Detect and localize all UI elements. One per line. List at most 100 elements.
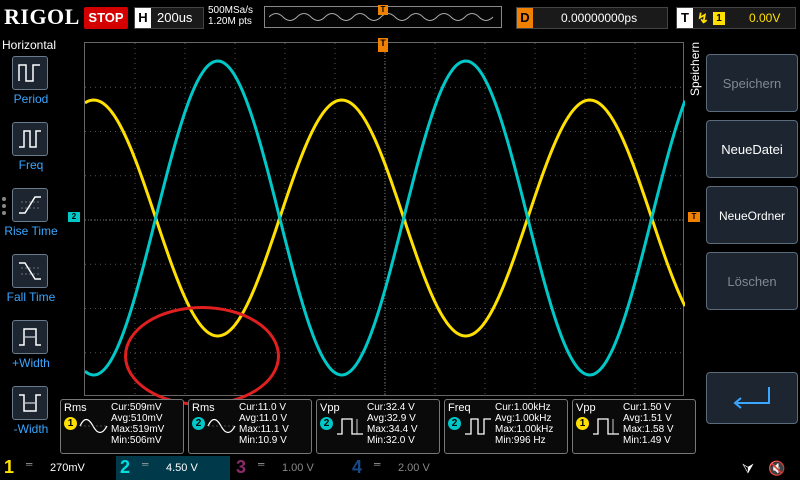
measure-period[interactable]: Period [0,56,62,118]
run-stop-button[interactable]: STOP [84,7,128,29]
new-file-button[interactable]: NeueDatei [706,120,798,178]
stat-average: Avg:11.0 V [239,413,287,424]
period-icon [12,56,48,90]
measure-fall-time[interactable]: Fall Time [0,254,62,316]
measurement-channel-badge: 2 [192,417,205,430]
top-status-bar: RIGOL STOP H 200us 500MSa/s 1.20M pts T … [0,0,800,36]
stat-maximum: Max:11.1 V [239,424,289,435]
measure-label: +Width [12,356,50,370]
measurement-rms-ch1[interactable]: Rms 1 Cur:509mV Avg:510mV Max:519mV Min:… [60,399,184,454]
measurement-vpp-ch2[interactable]: Vpp 2 Cur:32.4 V Avg:32.9 V Max:34.4 V M… [316,399,440,454]
measure-frequency[interactable]: Freq [0,122,62,184]
frequency-icon [465,418,491,435]
channel-number: 1 [4,457,15,477]
negative-width-icon [12,386,48,420]
rms-icon [79,418,108,434]
trigger-label: T [677,8,693,28]
measurement-stats: Cur:32.4 V Avg:32.9 V Max:34.4 V Min:32.… [367,402,418,446]
measurement-channel-badge: 1 [576,417,589,430]
measurement-stats: Cur:1.00kHz Avg:1.00kHz Max:1.00kHz Min:… [495,402,553,446]
measurement-name: Rms [192,402,215,414]
stat-maximum: Max:519mV [111,424,165,435]
delete-button[interactable]: Löschen [706,252,798,310]
measure-negative-width[interactable]: -Width [0,386,62,448]
measure-positive-width[interactable]: +Width [0,320,62,382]
measurement-channel-badge: 1 [64,417,77,430]
channel-number: 2 [120,457,131,477]
stat-current: Cur:1.50 V [623,402,671,413]
measurement-rms-ch2[interactable]: Rms 2 Cur:11.0 V Avg:11.0 V Max:11.1 V M… [188,399,312,454]
vpp-icon [337,418,363,435]
horizontal-timebase[interactable]: H 200us [134,7,204,29]
rms-icon [207,418,236,434]
right-menu-title-text: Speichern [688,41,702,96]
positive-width-icon [12,320,48,354]
measurement-stats: Cur:11.0 V Avg:11.0 V Max:11.1 V Min:10.… [239,402,289,446]
channel-number: 3 [236,457,247,477]
stat-maximum: Max:1.00kHz [495,424,554,435]
channel-3-settings[interactable]: 3 ═ 1.00 V [232,456,346,480]
stat-maximum: Max:1.58 V [623,424,674,435]
measurement-name: Vpp [576,402,596,414]
acquisition-info: 500MSa/s 1.20M pts [208,5,253,27]
sample-rate: 500MSa/s [208,5,254,16]
new-folder-button[interactable]: NeueOrdner [706,186,798,244]
stat-minimum: Min:1.49 V [623,435,671,446]
trigger-time-marker[interactable]: T [378,38,388,52]
memory-depth: 1.20M pts [208,16,252,27]
save-button[interactable]: Speichern [706,54,798,112]
measure-label: Freq [18,158,44,172]
stat-minimum: Min:506mV [111,435,162,446]
memory-overview-strip[interactable]: T [264,5,502,28]
dc-coupling-icon: ═ [374,459,381,469]
enter-button[interactable] [706,372,798,424]
measurement-channel-badge: 2 [320,417,333,430]
stat-current: Cur:11.0 V [239,402,287,413]
stat-maximum: Max:34.4 V [367,424,418,435]
stat-average: Avg:32.9 V [367,413,416,424]
measurement-stats: Cur:509mV Avg:510mV Max:519mV Min:506mV [111,402,164,446]
annotation-circle [124,306,280,406]
measurement-name: Rms [64,402,87,414]
trigger-level-marker[interactable]: T [688,212,700,222]
right-menu-title: Speichern [688,42,704,118]
channel-2-settings[interactable]: 2 ═ 4.50 V [116,456,230,480]
vpp-icon [593,418,619,435]
stat-average: Avg:1.51 V [623,413,672,424]
stat-current: Cur:509mV [111,402,162,413]
measurement-name: Freq [448,402,471,414]
measurement-freq-ch2[interactable]: Freq 2 Cur:1.00kHz Avg:1.00kHz Max:1.00k… [444,399,568,454]
speaker-muted-icon[interactable]: 🔇 [768,460,785,477]
measure-label: Rise Time [4,224,58,238]
channel-4-settings[interactable]: 4 ═ 2.00 V [348,456,462,480]
channel-1-settings[interactable]: 1 ═ 270mV [0,456,114,480]
dc-coupling-icon: ═ [142,459,149,469]
stat-average: Avg:1.00kHz [495,413,552,424]
measure-label: Fall Time [6,290,56,304]
channel-scale: 4.50 V [166,462,198,474]
channel-scale: 1.00 V [282,462,314,474]
menu-title: Horizontal [2,38,57,52]
measure-label: -Width [13,422,49,436]
measurement-vpp-ch1[interactable]: Vpp 1 Cur:1.50 V Avg:1.51 V Max:1.58 V M… [572,399,696,454]
stat-current: Cur:1.00kHz [495,402,551,413]
timebase-value: 200us [157,10,193,25]
brand-logo: RIGOL [4,4,80,29]
channel-scale: 2.00 V [398,462,430,474]
delay-label: D [517,8,533,28]
delay-value: 0.00000000ps [561,11,638,25]
stat-minimum: Min:32.0 V [367,435,415,446]
horizontal-label: H [135,8,151,28]
measure-rise-time[interactable]: Rise Time [0,188,62,250]
enter-icon [733,387,770,409]
measurement-stats: Cur:1.50 V Avg:1.51 V Max:1.58 V Min:1.4… [623,402,674,446]
stat-current: Cur:32.4 V [367,402,415,413]
measurement-menu: Horizontal Period Freq Rise Time Fall Ti… [0,36,62,456]
delay-readout[interactable]: D 0.00000000ps [516,7,668,29]
measurement-channel-badge: 2 [448,417,461,430]
trigger-source: 1 [713,12,725,25]
rise-time-icon [12,188,48,222]
stat-average: Avg:510mV [111,413,163,424]
trigger-position-marker: T [378,5,388,15]
ch2-offset-marker[interactable]: 2 [68,212,80,222]
